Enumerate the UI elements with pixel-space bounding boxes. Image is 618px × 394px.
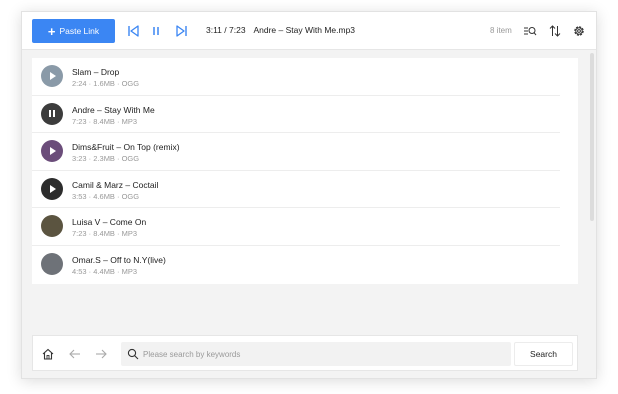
list-search-icon[interactable]	[523, 24, 537, 38]
track-meta: 2:24 · 1.6MB · OGG	[72, 79, 140, 88]
home-icon[interactable]	[41, 347, 55, 361]
track-play-button[interactable]	[41, 65, 63, 87]
track-row[interactable]: Luisa V – Come On 7:23 · 8.4MB · MP3	[32, 208, 560, 246]
track-title: Camil & Marz – Coctail	[72, 179, 159, 190]
search-input[interactable]	[143, 342, 503, 366]
pause-icon	[49, 110, 55, 118]
track-meta: 7:23 · 8.4MB · MP3	[72, 229, 138, 239]
next-track-icon[interactable]	[175, 24, 189, 38]
app-window: + Paste Link 3:11 / 7:23 Andre – Stay Wi…	[21, 11, 597, 379]
track-meta: 3:53 · 4.6MB · OGG	[72, 191, 140, 201]
track-title: Omar.S – Off to N.Y(live)	[72, 254, 166, 265]
forward-arrow-icon[interactable]	[94, 347, 108, 361]
track-play-button[interactable]	[41, 140, 63, 163]
search-button[interactable]: Search	[514, 342, 573, 366]
track-row[interactable]: Dims&Fruit – On Top (remix) 3:23 · 2.3MB …	[32, 133, 560, 171]
now-playing-title: Andre – Stay With Me.mp3	[253, 25, 356, 35]
track-row[interactable]: Omar.S – Off to N.Y(live) 4:53 · 4.4MB · …	[32, 246, 560, 284]
settings-gear-icon[interactable]	[572, 24, 586, 38]
previous-track-icon[interactable]	[126, 24, 140, 38]
track-meta: 4:53 · 4.4MB · MP3	[72, 266, 138, 276]
plus-icon: +	[47, 23, 56, 39]
search-icon	[127, 348, 139, 360]
toolbar: + Paste Link 3:11 / 7:23 Andre – Stay Wi…	[22, 12, 596, 50]
bottom-bar: Search	[32, 335, 578, 371]
item-count: 8 item	[490, 26, 512, 35]
pause-icon[interactable]	[149, 24, 163, 38]
now-playing: 3:11 / 7:23 Andre – Stay With Me.mp3	[206, 25, 355, 35]
track-artwork[interactable]	[41, 215, 63, 238]
track-title: Luisa V – Come On	[72, 217, 147, 228]
play-icon	[50, 184, 56, 193]
play-icon	[50, 72, 56, 80]
paste-link-label: Paste Link	[59, 26, 100, 36]
track-meta: 7:23 · 8.4MB · MP3	[72, 116, 138, 126]
paste-link-button[interactable]: + Paste Link	[32, 19, 115, 43]
track-list: Slam – Drop 2:24 · 1.6MB · OGG Andre – Sta…	[32, 58, 578, 284]
back-arrow-icon[interactable]	[68, 347, 82, 361]
track-artwork[interactable]	[41, 252, 63, 275]
track-pause-button[interactable]	[41, 102, 63, 125]
scrollbar[interactable]	[590, 53, 594, 221]
track-title: Andre – Stay With Me	[72, 104, 155, 115]
track-play-button[interactable]	[41, 177, 63, 200]
track-meta: 3:23 · 2.3MB · OGG	[72, 154, 140, 164]
track-row[interactable]: Andre – Stay With Me 7:23 · 8.4MB · MP3	[32, 96, 560, 134]
sort-icon[interactable]	[548, 24, 562, 38]
track-title: Dims&Fruit – On Top (remix)	[72, 142, 180, 153]
search-box	[121, 342, 511, 366]
track-row[interactable]: Camil & Marz – Coctail 3:53 · 4.6MB · OGG	[32, 171, 560, 209]
playback-time: 3:11 / 7:23	[206, 25, 246, 35]
play-icon	[50, 147, 56, 156]
track-row[interactable]: Slam – Drop 2:24 · 1.6MB · OGG	[32, 58, 560, 96]
track-title: Slam – Drop	[72, 67, 120, 77]
